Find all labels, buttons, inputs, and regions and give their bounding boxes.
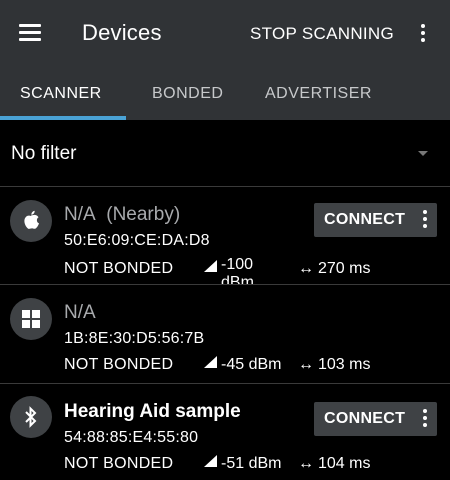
bond-state: NOT BONDED — [64, 455, 174, 472]
tab-bar: SCANNER BONDED ADVERTISER — [0, 68, 450, 120]
filter-dropdown[interactable]: No filter — [0, 120, 450, 186]
apple-icon — [10, 200, 52, 242]
rssi: -100 dBm — [204, 256, 257, 286]
more-vert-icon[interactable] — [422, 210, 428, 230]
bond-state: NOT BONDED — [64, 260, 174, 277]
device-name: Hearing Aid sample — [64, 401, 241, 422]
connect-button[interactable]: CONNECT — [314, 203, 437, 237]
rssi: -51 dBm — [204, 451, 281, 473]
rssi-value: -100 dBm — [221, 256, 254, 286]
app-root: Devices STOP SCANNING SCANNER BONDED ADV… — [0, 0, 450, 480]
tab-scanner[interactable]: SCANNER — [20, 85, 102, 103]
dropdown-arrow-icon — [418, 151, 428, 156]
interval-value: 270 ms — [318, 260, 371, 277]
device-row[interactable]: N/A 1B:8E:30:D5:56:7B NOT BONDED -45 dBm… — [0, 285, 450, 382]
hamburger-menu-icon[interactable] — [19, 24, 41, 41]
device-name-suffix: (Nearby) — [106, 204, 181, 225]
filter-selected-value: No filter — [11, 143, 77, 164]
tab-advertiser[interactable]: ADVERTISER — [265, 85, 372, 103]
rssi-value: -51 dBm — [221, 455, 282, 472]
advertising-interval: ↔ 103 ms — [298, 356, 370, 374]
bond-state: NOT BONDED — [64, 356, 174, 373]
more-vert-icon[interactable] — [420, 24, 426, 44]
signal-strength-icon — [204, 455, 217, 467]
advertising-interval: ↔ 104 ms — [298, 455, 370, 473]
signal-strength-icon — [204, 356, 217, 368]
windows-icon — [10, 298, 52, 340]
connect-button-label: CONNECT — [324, 410, 406, 427]
device-row[interactable]: Hearing Aid sample 54:88:85:E4:55:80 NOT… — [0, 384, 450, 480]
interval-value: 104 ms — [318, 455, 371, 472]
device-name: N/A — [64, 302, 96, 323]
page-title: Devices — [82, 20, 162, 45]
bluetooth-icon — [10, 396, 52, 438]
device-row[interactable]: N/A (Nearby) 50:E6:09:CE:DA:D8 NOT BONDE… — [0, 187, 450, 286]
more-vert-icon[interactable] — [422, 409, 428, 429]
signal-strength-icon — [204, 260, 217, 272]
stop-scanning-button[interactable]: STOP SCANNING — [250, 24, 394, 44]
connect-button-label: CONNECT — [324, 211, 406, 228]
interval-value: 103 ms — [318, 356, 371, 373]
top-app-bar: Devices STOP SCANNING — [0, 0, 450, 68]
tab-bonded[interactable]: BONDED — [152, 85, 223, 103]
device-address: 50:E6:09:CE:DA:D8 — [64, 232, 210, 249]
advertising-interval: ↔ 270 ms — [298, 260, 370, 278]
device-address: 54:88:85:E4:55:80 — [64, 429, 199, 446]
rssi-value: -45 dBm — [221, 356, 282, 373]
interval-arrows-icon: ↔ — [298, 455, 314, 472]
interval-arrows-icon: ↔ — [298, 260, 314, 277]
interval-arrows-icon: ↔ — [298, 356, 314, 373]
connect-button[interactable]: CONNECT — [314, 402, 437, 436]
device-name: N/A (Nearby) — [64, 204, 181, 225]
device-address: 1B:8E:30:D5:56:7B — [64, 330, 205, 347]
rssi: -45 dBm — [204, 352, 281, 374]
